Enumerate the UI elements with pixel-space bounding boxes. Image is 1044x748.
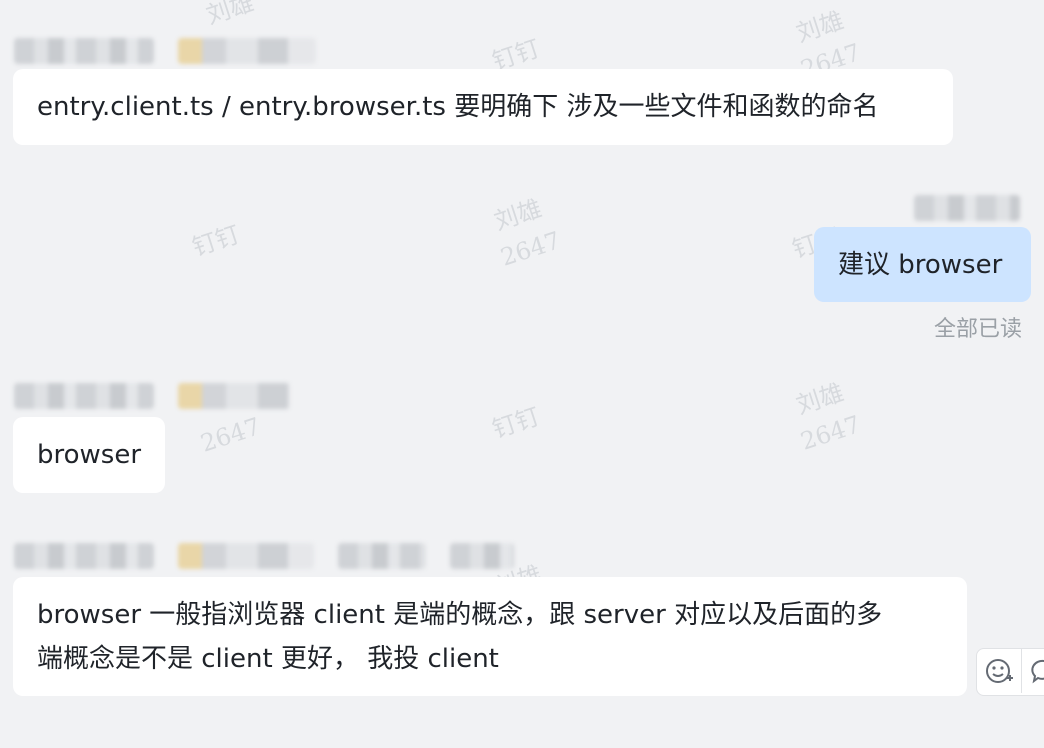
watermark-id: 2647 <box>797 410 864 456</box>
watermark-app: 钉钉 <box>488 402 544 444</box>
message-text: entry.client.ts / entry.browser.ts 要明确下 … <box>37 92 879 122</box>
message-bubble[interactable]: entry.client.ts / entry.browser.ts 要明确下 … <box>13 69 953 145</box>
watermark-id: 2647 <box>197 412 264 458</box>
message-bubble[interactable]: browser 一般指浏览器 client 是端的概念，跟 server 对应以… <box>13 577 967 696</box>
sender-name-blurred <box>14 38 316 64</box>
message-text: browser <box>37 440 142 470</box>
emoji-add-icon[interactable] <box>977 649 1022 693</box>
watermark-app: 钉钉 <box>188 220 244 262</box>
message-bubble[interactable]: browser <box>13 417 165 493</box>
sender-name-blurred <box>914 195 1020 221</box>
read-status[interactable]: 全部已读 <box>934 311 1022 343</box>
watermark-name: 刘雄 <box>792 6 848 48</box>
watermark-name: 刘雄 <box>202 0 258 30</box>
sender-name-blurred <box>14 543 514 569</box>
sender-name-blurred <box>14 383 290 409</box>
watermark-id: 2647 <box>497 226 564 272</box>
reply-icon[interactable] <box>1022 649 1044 693</box>
message-text-line: 端概念是不是 client 更好， 我投 client <box>37 644 499 674</box>
watermark-name: 刘雄 <box>792 378 848 420</box>
message-text-line: browser 一般指浏览器 client 是端的概念，跟 server 对应以… <box>37 600 883 630</box>
watermark-name: 刘雄 <box>490 194 546 236</box>
message-text: 建议 browser <box>838 250 1003 280</box>
message-bubble-self[interactable]: 建议 browser <box>814 227 1031 302</box>
message-hover-actions <box>976 648 1044 696</box>
